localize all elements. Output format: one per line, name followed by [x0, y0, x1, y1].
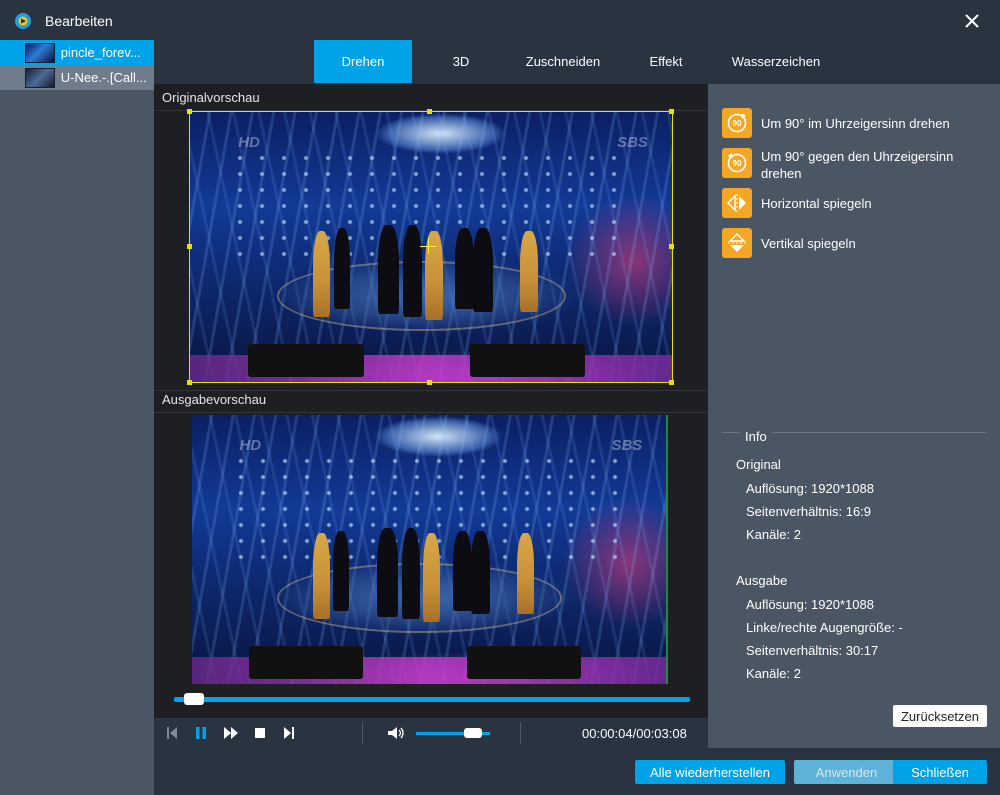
volume-thumb[interactable]: [463, 728, 482, 738]
skip-to-start-button[interactable]: [163, 725, 181, 741]
tab-drehen[interactable]: Drehen: [314, 40, 412, 83]
flip-vertical-icon: [722, 228, 752, 258]
flip-horizontal-icon: [722, 188, 752, 218]
close-window-button[interactable]: [958, 8, 986, 34]
skip-to-end-button[interactable]: [280, 725, 298, 741]
crop-handle[interactable]: [187, 244, 192, 249]
svg-text:90: 90: [733, 119, 742, 128]
fast-forward-icon: [224, 727, 238, 739]
playback-time: 00:00:04/00:03:08: [582, 726, 687, 741]
original-heading: Original: [736, 457, 781, 472]
apply-button[interactable]: Anwenden: [794, 760, 899, 784]
flip-vertical-label: Vertikal spiegeln: [761, 236, 856, 251]
crop-selection-frame[interactable]: [189, 111, 673, 383]
original-channels: Kanäle: 2: [746, 527, 801, 542]
close-icon: [965, 14, 979, 28]
reset-button[interactable]: Zurücksetzen: [893, 705, 987, 727]
original-resolution: Auflösung: 1920*1088: [746, 481, 874, 496]
crop-handle[interactable]: [187, 109, 192, 114]
pause-icon: [196, 727, 206, 739]
seek-thumb[interactable]: [183, 693, 204, 705]
tab-effekt[interactable]: Effekt: [632, 40, 700, 83]
window-title: Bearbeiten: [45, 13, 113, 29]
tab-3d[interactable]: 3D: [426, 40, 496, 83]
divider: [520, 722, 521, 744]
rotate-clockwise-label: Um 90° im Uhrzeigersinn drehen: [761, 116, 950, 131]
file-name: U-Nee.-.[Call...: [60, 70, 147, 85]
restore-all-button[interactable]: Alle wiederherstellen: [635, 760, 785, 784]
stop-button[interactable]: [251, 725, 269, 741]
output-video: HD SBS: [192, 415, 668, 684]
svg-text:90: 90: [733, 159, 742, 168]
fast-forward-button[interactable]: [222, 725, 240, 741]
rotate-counterclockwise-label: Um 90° gegen den Uhrzeigersinn drehen: [761, 149, 954, 181]
divider: [362, 722, 363, 744]
pause-button[interactable]: [192, 725, 210, 741]
tab-zuschneiden[interactable]: Zuschneiden: [516, 40, 610, 83]
mute-button[interactable]: [387, 725, 405, 741]
divider: [154, 390, 708, 391]
center-crosshair: [428, 238, 429, 254]
crop-handle[interactable]: [427, 380, 432, 385]
file-name: pincle_forev...: [60, 45, 141, 60]
bottom-bar: Alle wiederherstellen Anwenden Schließen: [154, 748, 1000, 795]
crop-handle[interactable]: [427, 109, 432, 114]
skip-to-start-icon: [167, 727, 177, 739]
original-preview-label: Originalvorschau: [162, 90, 260, 105]
flip-vertical-button[interactable]: Vertikal spiegeln: [722, 228, 971, 258]
file-item-1[interactable]: pincle_forev...: [0, 40, 154, 65]
playback-controls: 00:00:04/00:03:08: [154, 718, 708, 748]
output-preview-label: Ausgabevorschau: [162, 392, 267, 407]
rotate-clockwise-icon: 90: [722, 108, 752, 138]
skip-to-end-icon: [284, 727, 294, 739]
rotate-counterclockwise-icon: 90: [722, 148, 752, 178]
app-logo-icon: [15, 13, 31, 29]
stop-icon: [255, 728, 265, 738]
rotate-clockwise-button[interactable]: 90 Um 90° im Uhrzeigersinn drehen: [722, 108, 971, 138]
file-item-2[interactable]: U-Nee.-.[Call...: [0, 65, 154, 90]
seek-bar[interactable]: [174, 697, 690, 702]
video-watermark-right: SBS: [611, 436, 643, 454]
file-thumbnail: [25, 67, 55, 88]
crop-handle[interactable]: [187, 380, 192, 385]
flip-horizontal-button[interactable]: Horizontal spiegeln: [722, 188, 971, 218]
original-aspect-ratio: Seitenverhältnis: 16:9: [746, 504, 872, 519]
tab-wasserzeichen[interactable]: Wasserzeichen: [720, 40, 832, 83]
tab-bar: Drehen 3D Zuschneiden Effekt Wasserzeich…: [154, 40, 1000, 84]
file-thumbnail: [25, 42, 55, 63]
rotate-options-panel: 90 Um 90° im Uhrzeigersinn drehen 90 Um …: [708, 84, 1000, 748]
speaker-icon: [388, 727, 404, 739]
file-list: pincle_forev... U-Nee.-.[Call...: [0, 40, 154, 795]
preview-area: Originalvorschau HD SBS Ausgabevorschau: [154, 84, 708, 748]
crop-handle[interactable]: [669, 109, 674, 114]
title-bar: Bearbeiten: [0, 0, 1000, 40]
video-watermark-left: HD: [239, 436, 262, 454]
crop-handle[interactable]: [669, 380, 674, 385]
divider: [154, 412, 708, 413]
output-resolution: Auflösung: 1920*1088: [746, 597, 874, 612]
output-aspect-ratio: Seitenverhältnis: 30:17: [746, 643, 879, 658]
close-button[interactable]: Schließen: [893, 760, 987, 784]
rotate-counterclockwise-button[interactable]: 90 Um 90° gegen den Uhrzeigersinn drehen: [722, 148, 971, 182]
flip-horizontal-label: Horizontal spiegeln: [761, 196, 872, 211]
output-channels: Kanäle: 2: [746, 666, 801, 681]
info-title: Info: [739, 429, 773, 444]
output-heading: Ausgabe: [736, 573, 788, 588]
crop-handle[interactable]: [669, 244, 674, 249]
output-eye-size: Linke/rechte Augengröße: -: [746, 620, 903, 635]
